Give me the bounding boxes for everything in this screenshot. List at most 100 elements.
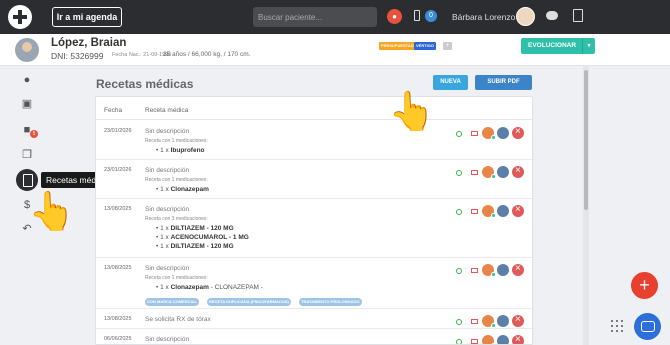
delete-icon[interactable] [512, 263, 524, 276]
row-date: 13/08/2025 [104, 265, 132, 271]
pointing-hand-icon: 👆 [388, 91, 436, 133]
prescription-chip: CON MARCA COMERCIAL [145, 298, 200, 306]
link-icon[interactable] [497, 315, 509, 327]
row-description: Se solicita RX de tórax [145, 316, 211, 323]
tag-vertigo[interactable]: VÉRTIGO [414, 42, 437, 50]
logo-icon[interactable] [8, 5, 32, 29]
med-item: • 1 x DILTIAZEM - 120 MG [156, 243, 234, 250]
whatsapp-icon[interactable] [456, 319, 462, 325]
user-avatar[interactable] [516, 7, 535, 26]
row-description: Sin descripción [145, 128, 190, 135]
delete-icon[interactable] [512, 165, 524, 178]
user-name[interactable]: Bárbara Lorenzo [452, 12, 515, 22]
status-dot [491, 174, 496, 179]
link-icon[interactable] [497, 205, 509, 217]
add-fab-button[interactable]: + [631, 272, 658, 299]
whatsapp-icon[interactable] [456, 268, 462, 274]
medkit-icon[interactable]: ▣ [21, 98, 33, 110]
delete-icon[interactable] [512, 334, 524, 344]
mail-icon[interactable] [471, 339, 478, 344]
row-actions [456, 334, 532, 344]
row-actions [456, 263, 532, 278]
clipboard-icon[interactable] [573, 9, 583, 22]
prescription-chip: RECETA DUPLICADA (PSICOFÁRMACOS) [207, 298, 291, 306]
table-row[interactable]: 23/01/2026 Sin descripción Receta con 1 me… [96, 160, 532, 199]
new-prescription-button[interactable]: NUEVA [433, 75, 468, 90]
evolve-label: EVOLUCIONAR [528, 42, 577, 49]
med-item: • 1 x ACENOCUMAROL - 1 MG [156, 234, 249, 241]
mail-icon[interactable] [471, 131, 478, 136]
mail-icon[interactable] [471, 268, 478, 273]
info-icon[interactable]: ● [21, 74, 33, 86]
table-row[interactable]: 23/01/2026 Sin descripción Receta con 1 me… [96, 121, 532, 160]
prescription-icon[interactable] [16, 169, 38, 191]
status-dot [491, 272, 496, 277]
patient-name: López, Braian [51, 37, 127, 49]
search-input[interactable] [253, 7, 377, 27]
scrollbar-thumb[interactable] [584, 70, 588, 210]
patient-header: López, Braian DNI: 5326999 Fecha Nac.: 2… [0, 34, 670, 66]
bell-icon[interactable]: ● [387, 9, 402, 24]
table-row[interactable]: 13/08/2025 Sin descripción Receta con 3 me… [96, 199, 532, 258]
status-dot [491, 213, 496, 218]
print-icon[interactable] [482, 127, 496, 140]
link-icon[interactable] [497, 335, 509, 344]
med-item: • 1 x Clonazepam - CLONAZEPAM - [156, 284, 263, 291]
copy-icon[interactable]: ❐ [21, 149, 33, 161]
prescriptions-table: Fecha Receta médica 23/01/2026 Sin descri… [95, 96, 533, 345]
row-med-count: Receta con 3 medicaciones: [145, 216, 208, 222]
print-icon[interactable] [482, 335, 496, 344]
whatsapp-icon[interactable] [456, 170, 462, 176]
row-med-count: Receta con 1 medicaciones: [145, 177, 208, 183]
link-icon[interactable] [497, 166, 509, 178]
upload-pdf-button[interactable]: SUBIR PDF [475, 75, 532, 90]
table-row[interactable]: 06/06/2025 Sin descripción [96, 329, 532, 344]
phone-icon[interactable] [414, 10, 420, 21]
top-bar: Ir a mi agenda ● 0 Bárbara Lorenzo [0, 0, 670, 34]
table-header: Fecha Receta médica [96, 97, 532, 120]
mail-icon[interactable] [471, 170, 478, 175]
print-icon[interactable] [482, 166, 496, 179]
link-icon[interactable] [497, 264, 509, 276]
table-row[interactable]: 13/08/2025 Se solicita RX de tórax [96, 309, 532, 329]
agenda-button[interactable]: Ir a mi agenda [52, 7, 122, 27]
delete-icon[interactable] [512, 314, 524, 327]
tag-presupuestado[interactable]: PRESUPUESTADO [379, 42, 419, 50]
row-date: 13/08/2025 [104, 206, 132, 212]
chat-icon[interactable] [546, 11, 558, 20]
row-description: Sin descripción [145, 167, 190, 174]
column-recipe: Receta médica [145, 107, 189, 114]
evolve-button[interactable]: EVOLUCIONAR ▾ [521, 38, 595, 54]
row-date: 23/01/2026 [104, 128, 132, 134]
chat-fab-button[interactable] [634, 313, 661, 340]
print-icon[interactable] [482, 205, 496, 218]
mail-icon[interactable] [471, 319, 478, 324]
whatsapp-icon[interactable] [456, 131, 462, 137]
grid-menu-icon[interactable] [611, 320, 623, 332]
delete-icon[interactable] [512, 126, 524, 139]
row-actions [456, 314, 532, 329]
whatsapp-icon[interactable] [456, 209, 462, 215]
whatsapp-icon[interactable] [456, 339, 462, 344]
link-icon[interactable] [497, 127, 509, 139]
patient-stats: 35 años / 66,000 kg. / 170 cm. [163, 51, 251, 58]
row-description: Sin descripción [145, 265, 190, 272]
delete-icon[interactable] [512, 204, 524, 217]
row-date: 23/01/2026 [104, 167, 132, 173]
notification-badge[interactable]: 0 [425, 10, 437, 22]
row-description: Sin descripción [145, 206, 190, 213]
row-actions [456, 204, 532, 219]
patient-avatar [15, 38, 39, 62]
pointing-hand-icon: 👆 [28, 191, 76, 233]
mail-icon[interactable] [471, 209, 478, 214]
print-icon[interactable] [482, 315, 496, 328]
chevron-down-icon[interactable]: ▾ [582, 38, 595, 54]
med-item: • 1 x Clonazepam [156, 186, 209, 193]
row-date: 06/06/2025 [104, 336, 132, 342]
row-med-count: Receta con 1 medicaciones: [145, 275, 208, 281]
table-row[interactable]: 13/08/2025 Sin descripción Receta con 1 me… [96, 258, 532, 309]
patient-dni: DNI: 5326999 [51, 51, 104, 61]
add-tag-button[interactable]: + [443, 42, 452, 50]
print-icon[interactable] [482, 264, 496, 277]
row-actions [456, 126, 532, 141]
